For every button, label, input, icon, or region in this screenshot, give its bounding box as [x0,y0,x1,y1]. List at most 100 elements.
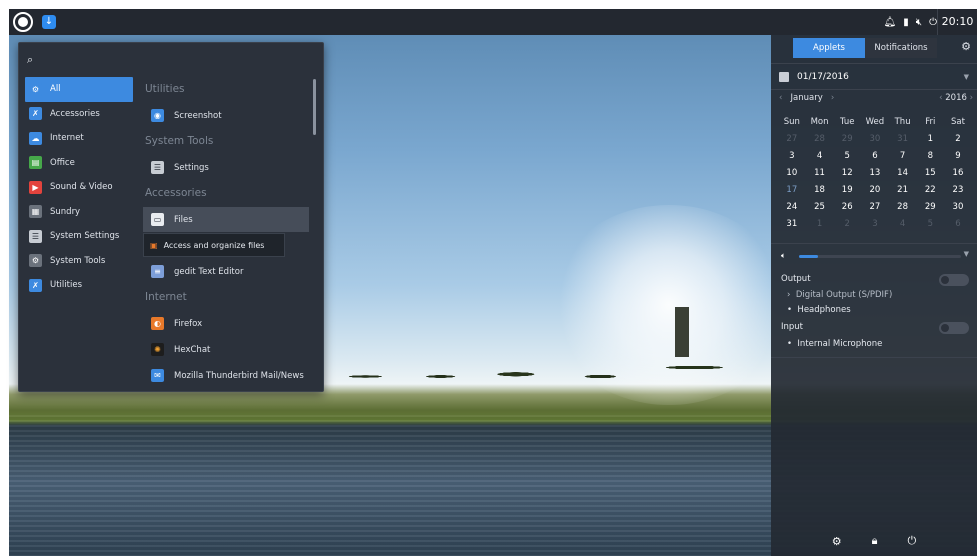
input-option[interactable]: • Internal Microphone [787,339,882,349]
volume-fill [799,255,819,258]
calendar-day[interactable]: 3 [861,219,889,229]
clock[interactable]: 20:10 [937,9,977,35]
category-utilities[interactable]: ✗ Utilities [25,273,133,298]
app-thunderbird[interactable]: ✉ Mozilla Thunderbird Mail/News [143,363,309,388]
calendar-day[interactable]: 3 [778,151,806,161]
app-hexchat[interactable]: ✺ HexChat [143,337,309,362]
calendar-day[interactable]: 6 [944,219,972,229]
calendar-day[interactable]: 28 [806,134,834,144]
output-option[interactable]: › Digital Output (S/PDIF) [787,290,892,300]
menu-button[interactable] [13,12,33,32]
chevron-down-icon[interactable]: ▼ [964,250,969,258]
calendar-day[interactable]: 21 [889,185,917,195]
chevron-down-icon[interactable]: ▼ [964,73,969,81]
app-firefox[interactable]: ◐ Firefox [143,311,309,336]
speaker-icon[interactable]: 🔈︎ [781,251,786,261]
category-system-tools[interactable]: ⚙ System Tools [25,249,133,274]
chevron-left-icon[interactable]: ‹ [939,93,942,103]
calendar-day[interactable]: 13 [861,168,889,178]
calendar-day[interactable]: 12 [833,168,861,178]
tab-notifications[interactable]: Notifications [865,38,937,58]
chevron-right-icon[interactable]: › [831,93,834,103]
chevron-left-icon[interactable]: ‹ [779,93,782,103]
category-label: System Settings [50,231,120,242]
calendar-day[interactable]: 2 [833,219,861,229]
calendar-day[interactable]: 30 [861,134,889,144]
category-icon: ✗ [29,278,42,292]
app-screenshot[interactable]: ◉ Screenshot [143,103,309,128]
output-option[interactable]: • Headphones [787,305,851,315]
calendar-day[interactable]: 18 [806,185,834,195]
calendar-day[interactable]: 28 [889,202,917,212]
calendar-day[interactable]: 30 [944,202,972,212]
category-sound-video[interactable]: ▶ Sound & Video [25,175,133,200]
app-files[interactable]: ▭ Files [143,207,309,232]
power-icon[interactable]: ⏻ [929,17,937,28]
download-icon[interactable]: ↓ [42,15,56,29]
calendar-day[interactable]: 10 [778,168,806,178]
category-office[interactable]: ▤ Office [25,151,133,176]
calendar-day[interactable]: 16 [944,168,972,178]
category-internet[interactable]: ☁ Internet [25,126,133,151]
calendar-day[interactable]: 4 [806,151,834,161]
input-toggle[interactable] [939,322,969,334]
calendar-day[interactable]: 25 [806,202,834,212]
calendar-header[interactable]: 01/17/2016 ▼ [779,69,969,85]
month-selector[interactable]: ‹ January › [779,93,834,103]
calendar-day[interactable]: 29 [916,202,944,212]
calendar-day[interactable]: 17 [778,185,806,195]
firefox-icon: ◐ [151,317,164,330]
calendar-day[interactable]: 29 [833,134,861,144]
calendar-day[interactable]: 19 [833,185,861,195]
menu-search[interactable]: ⌕ [27,51,317,71]
battery-icon[interactable]: ▮ [903,17,909,28]
calendar-day[interactable]: 5 [833,151,861,161]
category-system-settings[interactable]: ☰ System Settings [25,224,133,249]
calendar-day[interactable]: 9 [944,151,972,161]
category-accessories[interactable]: ✗ Accessories [25,102,133,127]
calendar-nav: ‹ January › ‹ 2016 › [779,93,973,107]
calendar-day[interactable]: 7 [889,151,917,161]
gear-icon[interactable]: ⚙ [961,40,971,53]
calendar-day[interactable]: 8 [916,151,944,161]
volume-muted-icon[interactable]: 🔇︎ [916,17,922,28]
calendar-day[interactable]: 31 [778,219,806,229]
weekday-label: Sat [951,116,965,127]
calendar-day[interactable]: 14 [889,168,917,178]
calendar-day[interactable]: 27 [861,202,889,212]
calendar-day[interactable]: 23 [944,185,972,195]
calendar-day[interactable]: 4 [889,219,917,229]
settings-gear-icon[interactable]: ⚙ [832,535,842,548]
app-gedit[interactable]: ≡ gedit Text Editor [143,259,309,284]
calendar-day[interactable]: 1 [806,219,834,229]
calendar-day[interactable]: 2 [944,134,972,144]
calendar-day[interactable]: 11 [806,168,834,178]
calendar-day[interactable]: 15 [916,168,944,178]
calendar-day[interactable]: 27 [778,134,806,144]
output-toggle[interactable] [939,274,969,286]
bell-icon[interactable]: 🔔︎ [884,17,897,28]
app-settings[interactable]: ☰ Settings [143,155,309,180]
calendar-day[interactable]: 5 [916,219,944,229]
search-input[interactable] [43,53,303,69]
calendar-day[interactable]: 31 [889,134,917,144]
lock-icon[interactable]: 🔒︎ [872,534,878,548]
input-label: Input [781,322,804,332]
volume-slider[interactable] [799,255,961,258]
files-tooltip: ▣ Access and organize files [143,233,285,257]
category-all[interactable]: ⚙ All [25,77,133,102]
calendar-day[interactable]: 22 [916,185,944,195]
category-sundry[interactable]: ▦ Sundry [25,200,133,225]
month-label: January [790,93,823,103]
tab-applets[interactable]: Applets [793,38,865,58]
calendar-day[interactable]: 26 [833,202,861,212]
calendar-day[interactable]: 24 [778,202,806,212]
calendar-day[interactable]: 1 [916,134,944,144]
calendar-day[interactable]: 6 [861,151,889,161]
power-icon[interactable]: ⏻ [908,534,917,548]
weekday-label: Sun [783,116,800,127]
menu-scrollbar[interactable] [313,79,316,135]
year-selector[interactable]: ‹ 2016 › [939,93,973,103]
chevron-right-icon[interactable]: › [970,93,973,103]
calendar-day[interactable]: 20 [861,185,889,195]
